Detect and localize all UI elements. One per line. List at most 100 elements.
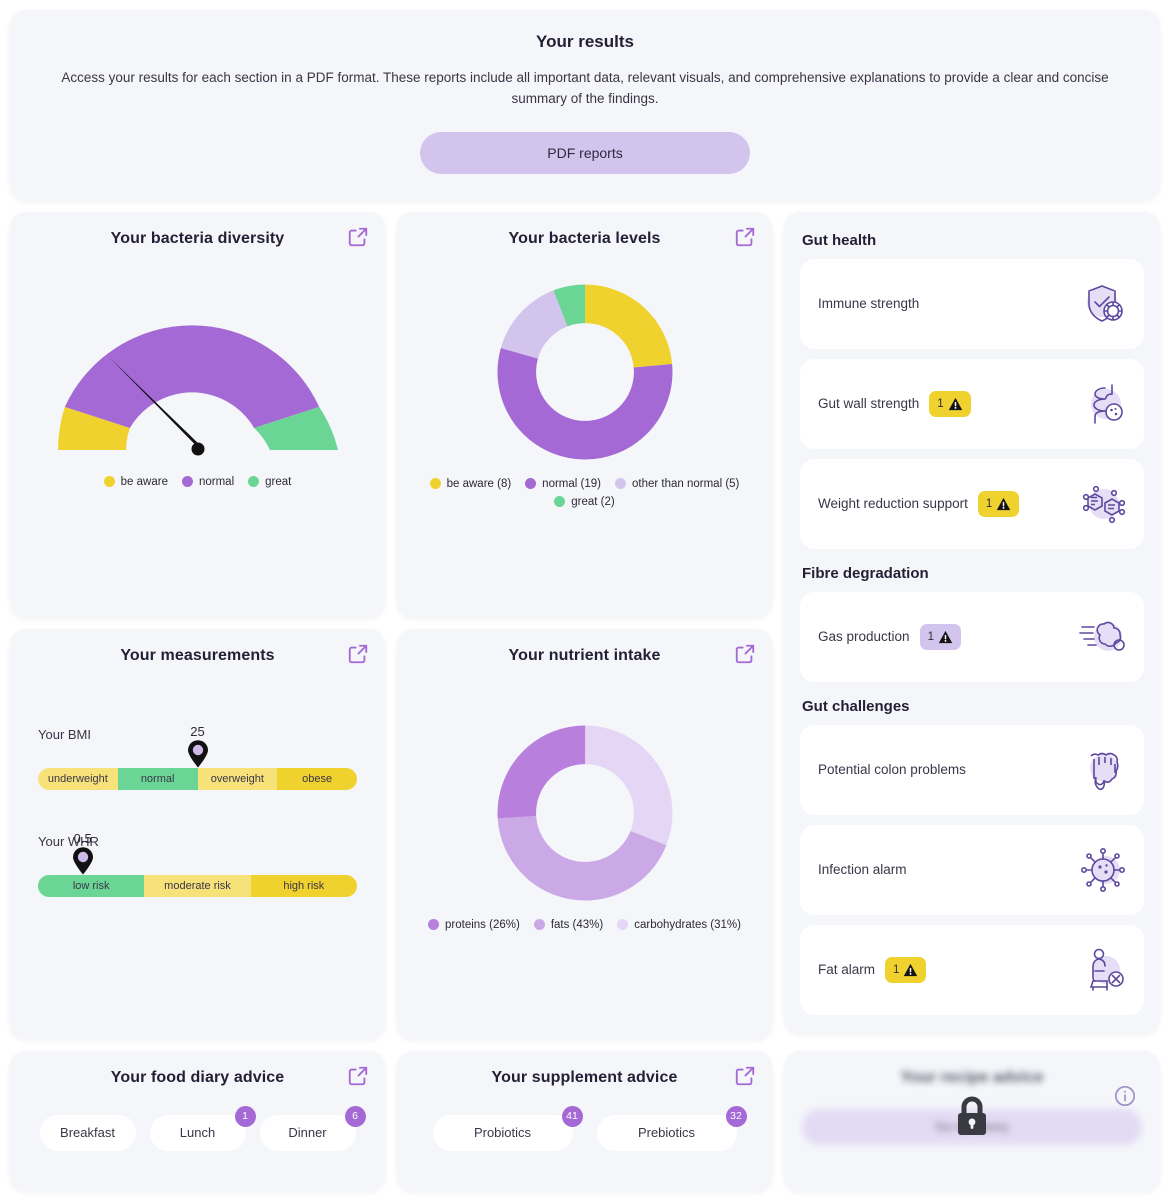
warning-triangle-icon [903,963,918,977]
pill-label: Probiotics [474,1125,531,1140]
scale-person-icon [1078,944,1130,996]
nutrient-intake-title: Your nutrient intake [397,647,772,665]
gut-item-label: Gut wall strength [818,396,919,411]
legend-item: carbohydrates (31%) [617,919,741,931]
pill-probiotics[interactable]: Probiotics 41 [433,1115,573,1151]
warning-triangle-icon [938,630,953,644]
gut-item-potential-colon-problems[interactable]: Potential colon problems [800,725,1144,815]
legend-label: be aware [121,476,168,488]
nutrient-intake-card: Your nutrient intake [397,629,772,1039]
status-badge: 1 [929,391,970,417]
pill-lunch[interactable]: Lunch 1 [150,1115,246,1151]
colon-icon [1078,744,1130,796]
legend-swatch [104,476,115,487]
bacteria-diversity-title: Your bacteria diversity [10,230,385,248]
bmi-marker: 25 [187,724,209,768]
whr-scale: low risk moderate risk high risk [38,875,357,897]
gut-item-label: Potential colon problems [818,762,966,777]
bmi-segment: underweight [38,768,118,790]
molecule-icon [1078,478,1130,530]
whr-marker: 0.5 [72,831,94,875]
pill-label: Prebiotics [638,1125,695,1140]
warning-triangle-icon [948,397,963,411]
middle-column: Your bacteria levels [397,212,772,1039]
external-link-icon[interactable] [734,1065,756,1087]
legend-item: normal [182,476,234,488]
bacteria-levels-card: Your bacteria levels [397,212,772,617]
bmi-block: Your BMI 25 underweight normal overweigh… [38,727,357,790]
pill-label: Dinner [288,1125,326,1140]
recipe-title: Your recipe advice [784,1069,1160,1087]
legend-item: be aware (8) [430,478,512,490]
gut-item-gut-wall-strength[interactable]: Gut wall strength 1 [800,359,1144,449]
pdf-reports-button[interactable]: PDF reports [420,132,750,174]
gut-item-label: Infection alarm [818,862,907,877]
bacteria-levels-title: Your bacteria levels [397,230,772,248]
measurements-title: Your measurements [10,647,385,665]
external-link-icon[interactable] [734,643,756,665]
food-diary-card: Your food diary advice Breakfast Lunch 1… [10,1051,385,1191]
section-title-fibre-degradation: Fibre degradation [802,565,1142,582]
gut-item-immune-strength[interactable]: Immune strength [800,259,1144,349]
bmi-segment: overweight [198,768,278,790]
levels-legend: be aware (8) normal (19) other than norm… [397,478,772,508]
gut-item-label: Fat alarm [818,962,875,977]
lock-icon [955,1095,989,1137]
badge-count: 1 [893,964,899,976]
legend-swatch [248,476,259,487]
gauge-chart [10,300,385,460]
legend-label: proteins (26%) [445,919,520,931]
pill-prebiotics[interactable]: Prebiotics 32 [597,1115,737,1151]
measurements-card: Your measurements Your BMI 25 [10,629,385,1039]
map-pin-icon [72,847,94,875]
pill-label: Lunch [180,1125,215,1140]
external-link-icon[interactable] [347,1065,369,1087]
whr-segment: high risk [251,875,357,897]
legend-item: be aware [104,476,168,488]
gut-item-label: Weight reduction support [818,496,968,511]
bacteria-diversity-card: Your bacteria diversity [10,212,385,617]
diversity-legend: be aware normal great [10,476,385,488]
external-link-icon[interactable] [347,643,369,665]
legend-label: normal [199,476,234,488]
status-badge: 1 [920,624,961,650]
external-link-icon[interactable] [347,226,369,248]
legend-swatch [182,476,193,487]
gut-item-label: Immune strength [818,296,919,311]
pill-count-badge: 32 [726,1106,747,1127]
supplement-advice-card: Your supplement advice Probiotics 41 Pre… [397,1051,772,1191]
legend-swatch [430,478,441,489]
bmi-segment: obese [277,768,357,790]
food-diary-title: Your food diary advice [10,1069,385,1087]
gut-item-gas-production[interactable]: Gas production 1 [800,592,1144,682]
legend-swatch [534,919,545,930]
gut-item-label: Gas production [818,629,910,644]
bottom-row: Your food diary advice Breakfast Lunch 1… [10,1051,1160,1191]
gauge-segment-normal [64,325,318,428]
gut-item-infection-alarm[interactable]: Infection alarm [800,825,1144,915]
nutrient-legend: proteins (26%) fats (43%) carbohydrates … [397,919,772,931]
legend-swatch [617,919,628,930]
gut-item-weight-reduction-support[interactable]: Weight reduction support 1 [800,459,1144,549]
legend-label: great [265,476,291,488]
legend-swatch [428,919,439,930]
dashboard-page: Your results Access your results for eac… [0,0,1170,1201]
info-circle-icon[interactable] [1114,1085,1136,1107]
pill-dinner[interactable]: Dinner 6 [260,1115,356,1151]
virus-icon [1078,844,1130,896]
bacteria-levels-donut [397,282,772,462]
external-link-icon[interactable] [734,226,756,248]
legend-item: other than normal (5) [615,478,739,490]
gut-item-fat-alarm[interactable]: Fat alarm 1 [800,925,1144,1015]
supplement-pills: Probiotics 41 Prebiotics 32 [397,1115,772,1151]
donut-slice-proteins [516,745,652,881]
legend-item: normal (19) [525,478,601,490]
gut-panel-card: Gut health Immune strength [784,212,1160,1033]
legend-label: great (2) [571,496,614,508]
legend-swatch [554,496,565,507]
whr-block: Your WHR 0.5 low risk moderate risk high [38,834,357,897]
map-pin-icon [187,740,209,768]
section-title-gut-health: Gut health [802,232,1142,249]
whr-value: 0.5 [72,831,94,846]
pill-breakfast[interactable]: Breakfast [40,1115,136,1151]
